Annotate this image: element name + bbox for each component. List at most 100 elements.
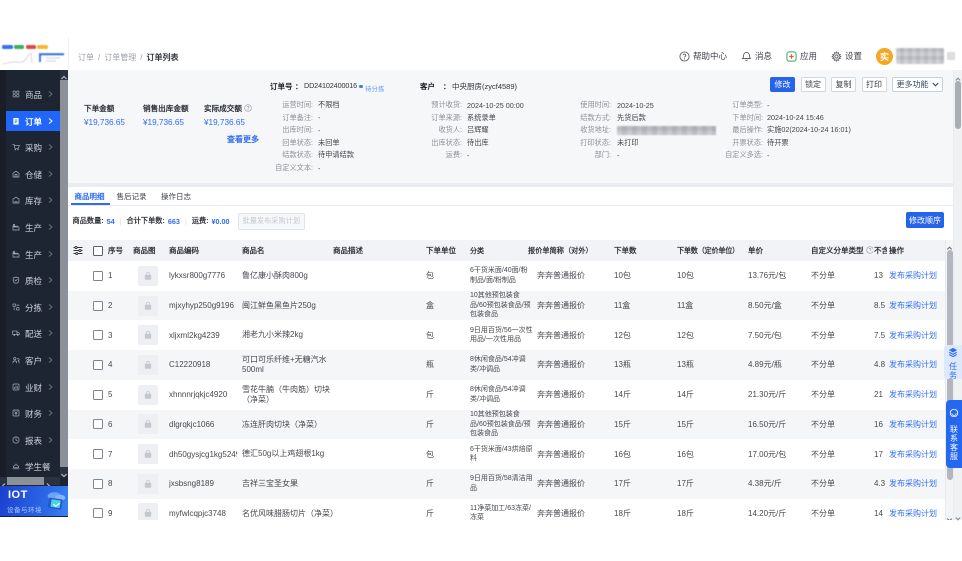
column-header-label: 序号: [108, 246, 123, 255]
sidebar-item-库存[interactable]: 库存: [6, 190, 60, 210]
sidebar-item-配送[interactable]: 配送: [6, 323, 60, 343]
sidebar-item-财务[interactable]: 财务: [6, 403, 60, 423]
cell-seq: 6: [108, 419, 113, 429]
row-checkbox[interactable]: [93, 300, 103, 311]
order-button-打印[interactable]: 打印: [861, 77, 887, 92]
cell-split-type: 不分单: [811, 508, 835, 518]
cell-seq: 8: [108, 479, 113, 489]
task-float-button[interactable]: 任务: [944, 345, 962, 379]
field-value: -: [318, 163, 321, 173]
sidebar-item-采购[interactable]: 采购: [6, 137, 60, 157]
cell-seq: 7: [108, 449, 113, 459]
publish-purchase-plan-link[interactable]: 发布采购计划: [889, 359, 937, 370]
gear-icon: [831, 50, 842, 62]
row-checkbox[interactable]: [93, 330, 103, 341]
row-checkbox[interactable]: [93, 359, 103, 370]
cell-qty: 18斤: [614, 508, 631, 518]
sidebar-item-分拣[interactable]: 分拣: [6, 297, 60, 317]
tab-操作日志[interactable]: 操作日志: [161, 191, 191, 202]
breadcrumb-item-3: 订单列表: [146, 52, 179, 62]
batch-publish-button[interactable]: 批量发布采购计划: [237, 212, 306, 230]
sidebar-item-报表[interactable]: 报表: [6, 430, 60, 450]
sidebar-item-质检[interactable]: 质检: [6, 270, 60, 290]
order-button-更多功能[interactable]: 更多功能: [892, 77, 943, 92]
apps-button[interactable]: 应用: [786, 50, 817, 62]
cell-price: 21.30元/斤: [748, 390, 787, 400]
cell-clipped: 21: [874, 390, 883, 400]
chevron-right-icon: [48, 330, 53, 337]
tab-售后记录[interactable]: 售后记录: [117, 191, 147, 202]
bag-icon: [144, 509, 152, 518]
reorder-button[interactable]: 修改顺序: [906, 212, 944, 228]
avatar[interactable]: 实: [876, 47, 893, 65]
publish-purchase-plan-link[interactable]: 发布采购计划: [889, 508, 937, 519]
sidebar-item-label: 学生餐: [25, 462, 51, 473]
sidebar-item-仓储[interactable]: 仓储: [6, 164, 60, 184]
column-header-label: 自定义分单类型: [811, 246, 864, 255]
topbar-corner-glyph: [947, 52, 955, 60]
table-scroll-down-icon[interactable]: [946, 511, 953, 520]
order-button-复制[interactable]: 复制: [831, 77, 856, 92]
bag-icon: [144, 360, 152, 369]
cell-name: 闽江鲜鱼黑鱼片250g: [242, 300, 316, 310]
publish-purchase-plan-link[interactable]: 发布采购计划: [889, 300, 937, 311]
sidebar-item-客户[interactable]: 客户: [6, 350, 60, 370]
sidebar-item-生产[interactable]: 生产: [6, 217, 60, 237]
publish-purchase-plan-link[interactable]: 发布采购计划: [889, 449, 937, 460]
cell-split-type: 不分单: [811, 479, 835, 489]
publish-purchase-plan-link[interactable]: 发布采购计划: [889, 478, 937, 489]
publish-purchase-plan-link[interactable]: 发布采购计划: [889, 330, 937, 341]
tab-商品明细[interactable]: 商品明细: [75, 191, 105, 202]
filter-sliders-icon[interactable]: [73, 246, 83, 255]
row-checkbox[interactable]: [93, 419, 103, 430]
row-checkbox-cell: [93, 410, 105, 440]
sidebar-item-学生餐[interactable]: 学生餐: [6, 456, 60, 476]
select-all-checkbox[interactable]: [93, 245, 103, 256]
order-button-锁定[interactable]: 锁定: [800, 77, 826, 92]
stat-value: 54: [106, 216, 115, 226]
cell-qty-price-unit: 11盒: [677, 301, 694, 311]
messages-button[interactable]: 消息: [741, 50, 772, 62]
field-value: 2024-10-24 15:46: [767, 113, 824, 123]
product-image-placeholder: [138, 384, 158, 405]
sidebar-hscroll-thumb[interactable]: [7, 477, 44, 485]
publish-purchase-plan-link[interactable]: 发布采购计划: [889, 270, 937, 281]
sidebar-horizontal-scrollbar[interactable]: [0, 477, 60, 489]
sidebar-item-label: 生产: [25, 249, 43, 260]
cell-code: jxsbsng8189: [169, 479, 214, 489]
row-checkbox[interactable]: [93, 389, 103, 400]
sidebar-item-商品[interactable]: 商品: [6, 84, 60, 104]
row-checkbox[interactable]: [93, 478, 103, 489]
breadcrumb-item-1[interactable]: 订单: [78, 52, 94, 63]
sidebar-item-业财[interactable]: 业财: [6, 377, 60, 397]
sidebar-item-生产[interactable]: 生产: [6, 244, 60, 264]
meal-icon: [12, 456, 20, 470]
scroll-up-icon[interactable]: [60, 70, 68, 80]
sidebar-scroll-thumb[interactable]: [60, 80, 68, 467]
column-header-下单单位: 下单单位: [426, 240, 466, 261]
breadcrumb-item-2[interactable]: 订单管理: [104, 52, 136, 63]
field-fields_d-2: 下单时间: 2024-10-24 15:46: [68, 112, 953, 125]
page-scroll-down-icon[interactable]: [954, 510, 962, 521]
settings-button[interactable]: 设置: [831, 50, 862, 62]
company-logo[interactable]: [2, 44, 66, 66]
page-scroll-thumb[interactable]: [955, 81, 961, 129]
row-checkbox[interactable]: [93, 508, 103, 519]
scroll-down-icon[interactable]: [60, 467, 68, 478]
iot-banner[interactable]: IOT 设备与环境: [0, 486, 68, 516]
field-label: 自定义多选:: [725, 150, 763, 160]
help-center-button[interactable]: 帮助中心: [679, 50, 727, 62]
order-button-修改[interactable]: 修改: [770, 77, 795, 92]
table-vertical-scrollbar[interactable]: [945, 240, 953, 520]
sidebar-vertical-scrollbar[interactable]: [60, 70, 68, 478]
publish-purchase-plan-link[interactable]: 发布采购计划: [889, 419, 937, 430]
sidebar-item-订单[interactable]: 订单: [6, 110, 61, 131]
contact-service-float-button[interactable]: 联系客服: [946, 400, 962, 468]
chevron-right-icon: [48, 383, 53, 390]
table-scroll-up-icon[interactable]: [946, 240, 953, 250]
publish-purchase-plan-link[interactable]: 发布采购计划: [889, 389, 937, 400]
page-scroll-up-icon[interactable]: [954, 71, 962, 81]
row-checkbox[interactable]: [93, 270, 103, 281]
row-checkbox[interactable]: [93, 449, 103, 460]
users-icon: [12, 350, 20, 364]
